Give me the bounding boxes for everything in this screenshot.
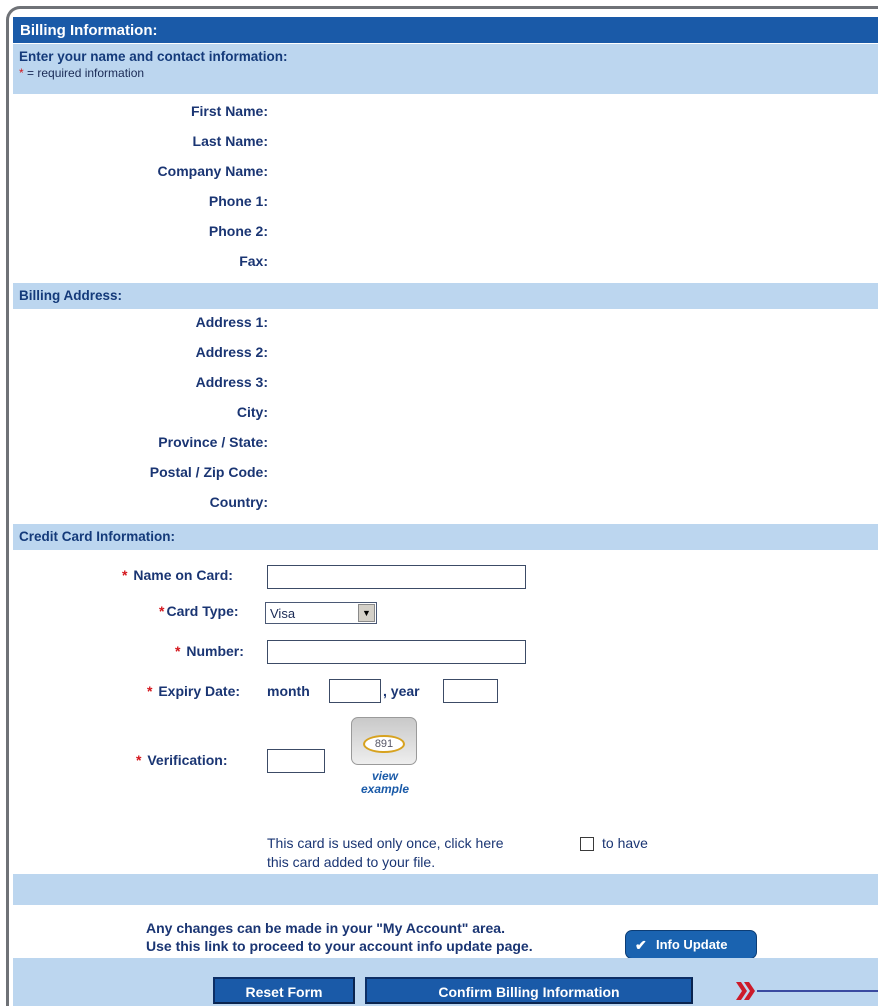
name-on-card-label-text: Name on Card: [133,567,233,583]
card-number-label: * Number: [175,643,244,659]
verification-label-text: Verification: [147,752,228,768]
required-note-text: = required information [23,66,145,80]
fax-label: Fax: [239,253,268,269]
card-verification-example-icon[interactable]: 891 [351,717,417,765]
address2-label: Address 2: [195,344,268,360]
required-note: * = required information [19,66,878,80]
card-type-selected-value: Visa [270,606,296,621]
month-label: month [267,683,310,699]
card-type-label-text: Card Type: [166,603,239,619]
info-update-label: Info Update [656,937,728,952]
expiry-date-label: * Expiry Date: [147,683,240,699]
info-update-button[interactable]: ✔ Info Update [625,930,757,959]
expiry-date-label-text: Expiry Date: [158,683,241,699]
cvv-sample-number: 891 [363,735,405,753]
company-name-label: Company Name: [157,163,268,179]
dropdown-arrow-icon[interactable]: ▼ [358,604,375,622]
year-label: , year [383,683,420,699]
spacer-band [13,874,878,905]
phone2-label: Phone 2: [208,223,268,239]
contact-section-header: Enter your name and contact information:… [13,44,878,94]
page-title: Billing Information: [13,17,878,43]
credit-card-section-header: Credit Card Information: [13,524,878,550]
card-number-input[interactable] [267,640,526,664]
required-star: * [136,752,142,768]
confirm-billing-button[interactable]: Confirm Billing Information [365,977,693,1004]
account-note-line1: Any changes can be made in your "My Acco… [146,920,505,936]
postal-code-label: Postal / Zip Code: [149,464,268,480]
verification-input[interactable] [267,749,325,773]
phone1-label: Phone 1: [208,193,268,209]
first-name-label: First Name: [190,103,268,119]
required-star: * [147,683,153,699]
account-note-line2: Use this link to proceed to your account… [146,938,533,954]
view-example-link[interactable]: view example [353,770,417,796]
last-name-label: Last Name: [192,133,268,149]
required-star: * [122,567,128,583]
required-star: * [159,603,165,619]
expiry-month-input[interactable] [329,679,381,703]
required-star: * [175,643,181,659]
card-type-select[interactable]: Visa ▼ [265,602,377,624]
expiry-year-input[interactable] [443,679,498,703]
card-once-text-2: to have [602,835,648,851]
add-card-to-file-checkbox[interactable] [580,837,594,851]
name-on-card-input[interactable] [267,565,526,589]
address1-label: Address 1: [195,314,268,330]
pointer-arrow-icon [736,982,878,1000]
heart-check-icon: ✔ [635,937,647,953]
pointer-chevron-outer-icon [736,982,747,1000]
billing-address-section-header: Billing Address: [13,283,878,309]
card-number-label-text: Number: [186,643,244,659]
card-once-text-3: this card added to your file. [267,854,436,870]
province-label: Province / State: [158,434,268,450]
contact-section-heading: Enter your name and contact information: [19,49,288,64]
card-once-text: This card is used only once, click here [267,835,504,851]
card-type-label: * Card Type: [159,603,239,619]
verification-label: * Verification: [136,752,227,768]
reset-form-button[interactable]: Reset Form [213,977,355,1004]
city-label: City: [236,404,268,420]
view-example-line2: example [360,782,410,796]
country-label: Country: [209,494,268,510]
address3-label: Address 3: [195,374,268,390]
name-on-card-label: * Name on Card: [122,567,233,583]
billing-form-frame: Billing Information: Enter your name and… [6,6,878,1006]
